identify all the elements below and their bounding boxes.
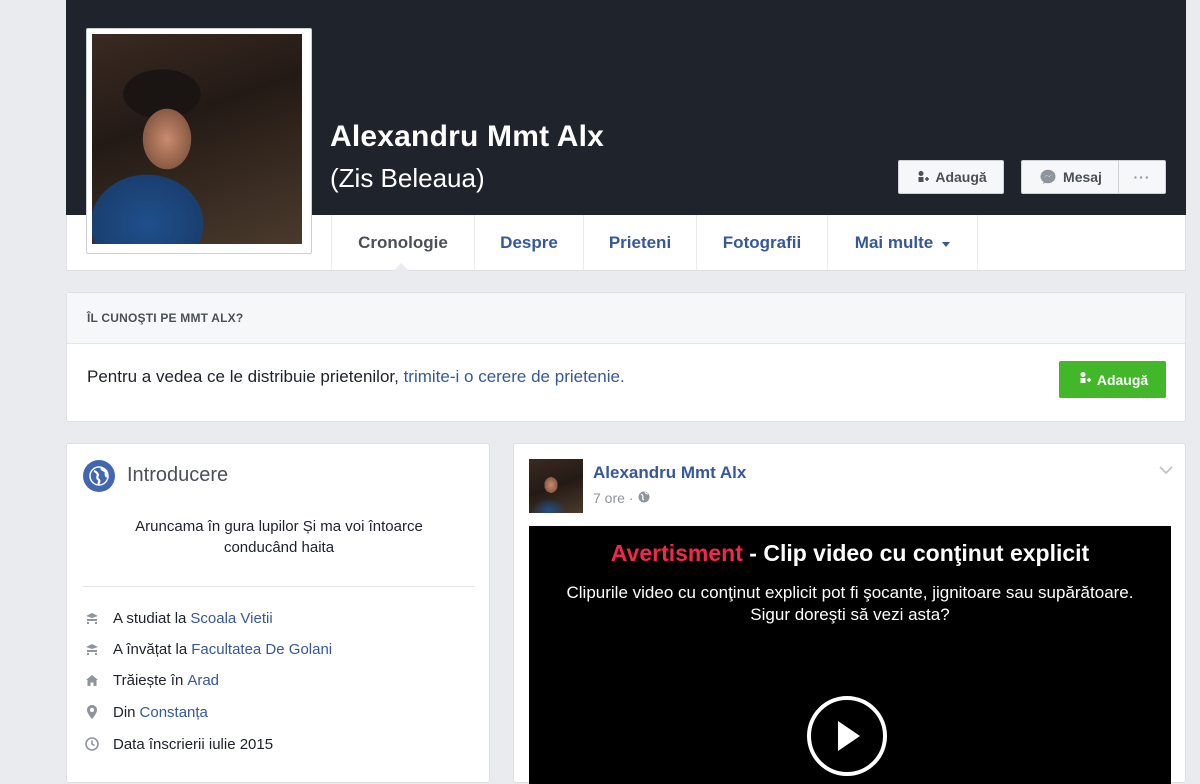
home-icon xyxy=(83,671,101,689)
friend-request-card: ÎL CUNOŞTI PE MMT ALX? Pentru a vedea ce… xyxy=(66,292,1186,422)
warning-title: Avertisment - Clip video cu conţinut exp… xyxy=(529,540,1171,567)
tab-more[interactable]: Mai multe xyxy=(827,215,978,270)
divider xyxy=(83,586,475,587)
profile-alternate-name: (Zis Beleaua) xyxy=(330,163,485,193)
profile-picture[interactable] xyxy=(86,28,312,254)
friend-request-card-title: ÎL CUNOŞTI PE MMT ALX? xyxy=(67,293,1185,344)
school-icon xyxy=(83,609,101,627)
intro-row-hometown: Din Constanța xyxy=(83,702,208,722)
location-pin-icon xyxy=(83,703,101,721)
intro-row-education: A studiat la Scoala Vietii xyxy=(83,608,273,628)
public-globe-icon xyxy=(638,490,650,506)
add-friend-button[interactable]: Adaugă xyxy=(898,160,1004,194)
intro-row-link[interactable]: Arad xyxy=(187,672,219,689)
message-label: Mesaj xyxy=(1063,169,1102,185)
add-friend-label: Adaugă xyxy=(935,169,987,185)
add-friend-icon xyxy=(915,170,930,184)
tab-about[interactable]: Despre xyxy=(474,215,583,270)
tab-label: Cronologie xyxy=(358,232,448,252)
intro-row-lives-in: Trăiește în Arad xyxy=(83,670,219,690)
send-friend-request-link[interactable]: trimite-i o cerere de prietenie. xyxy=(404,367,625,386)
more-options-label: ··· xyxy=(1133,169,1151,185)
post-timestamp[interactable]: 7 ore xyxy=(593,490,625,506)
add-friend-icon xyxy=(1077,371,1091,388)
warning-body: Clipurile video cu conţinut explicit pot… xyxy=(529,582,1171,626)
tab-photos[interactable]: Fotografii xyxy=(696,215,827,270)
more-options-button[interactable]: ··· xyxy=(1118,160,1166,194)
intro-row-text: Trăiește în xyxy=(113,671,184,689)
tab-label: Mai multe xyxy=(854,232,934,252)
warning-line: Clipurile video cu conţinut explicit pot… xyxy=(566,583,1134,602)
intro-row-text: A învățat la xyxy=(113,640,188,658)
messenger-icon xyxy=(1039,168,1057,186)
intro-row-link[interactable]: Constanța xyxy=(140,704,208,721)
intro-row-text: Din xyxy=(113,703,136,721)
post-options-chevron-icon[interactable] xyxy=(1159,462,1173,475)
intro-row-text: Data înscrierii iulie 2015 xyxy=(113,735,274,753)
video-warning-overlay[interactable]: Avertisment - Clip video cu conţinut exp… xyxy=(529,526,1171,784)
post-author-name[interactable]: Alexandru Mmt Alx xyxy=(593,463,746,483)
intro-row-link[interactable]: Scoala Vietii xyxy=(190,610,272,627)
warning-line: Sigur doreşti să vezi asta? xyxy=(750,605,950,624)
play-button[interactable] xyxy=(807,696,887,776)
chevron-down-icon xyxy=(942,241,951,247)
post-author-avatar[interactable] xyxy=(529,459,583,513)
intro-row-education: A învățat la Facultatea De Golani xyxy=(83,639,332,659)
clock-icon xyxy=(83,735,101,753)
intro-row-link[interactable]: Facultatea De Golani xyxy=(191,641,332,658)
friend-request-message: Pentru a vedea ce le distribuie prieteni… xyxy=(87,367,404,386)
intro-row-text: A studiat la xyxy=(113,609,187,627)
play-icon xyxy=(838,721,860,751)
intro-title: Introducere xyxy=(127,464,229,486)
message-button[interactable]: Mesaj xyxy=(1021,160,1119,194)
post-card: Alexandru Mmt Alx 7 ore · Avertisment - … xyxy=(513,443,1186,784)
intro-card: Introducere Aruncama în gura lupilor Și … xyxy=(66,443,490,783)
warning-title-text: - Clip video cu conţinut explicit xyxy=(742,540,1090,566)
active-tab-pointer xyxy=(393,263,409,271)
school-icon xyxy=(83,640,101,658)
intro-bio: Aruncama în gura lupilor Și ma voi întoa… xyxy=(135,518,423,556)
post-meta-separator: · xyxy=(628,490,634,506)
tab-friends[interactable]: Prieteni xyxy=(583,215,696,270)
add-friend-label: Adaugă xyxy=(1096,371,1149,388)
profile-name[interactable]: Alexandru Mmt Alx xyxy=(330,120,604,154)
tab-timeline[interactable]: Cronologie xyxy=(331,215,474,270)
globe-icon xyxy=(83,460,115,492)
friend-request-text: Pentru a vedea ce le distribuie prieteni… xyxy=(87,367,625,387)
warning-label: Avertisment xyxy=(610,540,743,566)
add-friend-green-button[interactable]: Adaugă xyxy=(1059,361,1166,398)
profile-picture-image xyxy=(92,34,302,244)
tab-label: Despre xyxy=(500,232,558,252)
tab-label: Prieteni xyxy=(608,232,672,252)
post-meta: 7 ore · xyxy=(593,490,650,506)
tab-label: Fotografii xyxy=(722,232,802,252)
intro-row-joined: Data înscrierii iulie 2015 xyxy=(83,734,273,754)
